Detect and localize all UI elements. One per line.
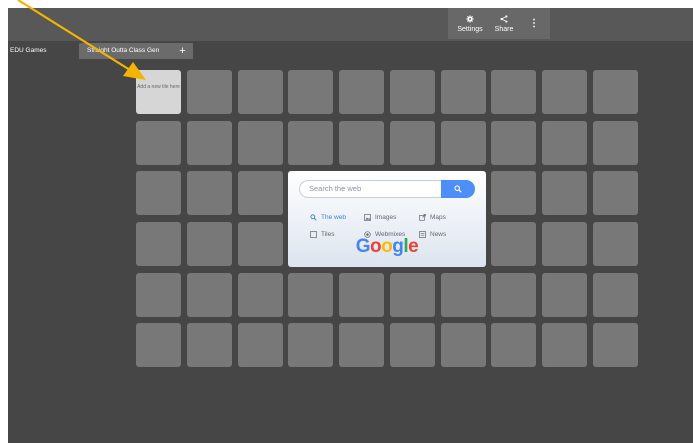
empty-tile[interactable]: [593, 323, 638, 367]
tab-edu-games[interactable]: EDU Games: [10, 43, 70, 59]
empty-tile[interactable]: [593, 121, 638, 165]
empty-tile[interactable]: [441, 70, 486, 114]
empty-tile[interactable]: [542, 171, 587, 215]
option-label: Images: [375, 214, 397, 221]
option-the-web[interactable]: The web: [310, 214, 346, 221]
empty-tile[interactable]: [390, 121, 435, 165]
empty-tile[interactable]: [390, 323, 435, 367]
empty-tile[interactable]: [288, 121, 333, 165]
tab-straight-outta-class-gen[interactable]: Straight Outta Class Gen: [79, 43, 176, 59]
search-icon: [454, 180, 462, 198]
empty-tile[interactable]: [238, 222, 283, 266]
empty-tile[interactable]: [542, 222, 587, 266]
image-icon: [364, 214, 371, 221]
search-icon: [310, 214, 317, 221]
more-menu-button[interactable]: ⋮: [526, 8, 542, 39]
search-input[interactable]: Search the web: [299, 180, 441, 198]
top-toolbar: Settings Share ⋮: [8, 8, 693, 41]
empty-tile[interactable]: [491, 273, 536, 317]
empty-tile[interactable]: [136, 273, 181, 317]
empty-tile[interactable]: [187, 171, 232, 215]
empty-tile[interactable]: [491, 171, 536, 215]
empty-tile[interactable]: [136, 171, 181, 215]
empty-tile[interactable]: [491, 70, 536, 114]
empty-tile[interactable]: [238, 323, 283, 367]
app-window: Settings Share ⋮ EDU Games Straight Outt…: [8, 8, 693, 443]
empty-tile[interactable]: [136, 222, 181, 266]
empty-tile[interactable]: [339, 70, 384, 114]
tab-label: EDU Games: [10, 47, 47, 54]
empty-tile[interactable]: [441, 323, 486, 367]
empty-tile[interactable]: [491, 121, 536, 165]
empty-tile[interactable]: [288, 273, 333, 317]
settings-label: Settings: [457, 26, 483, 33]
empty-tile[interactable]: [542, 121, 587, 165]
empty-tile[interactable]: [187, 273, 232, 317]
empty-tile[interactable]: [593, 70, 638, 114]
empty-tile[interactable]: [542, 323, 587, 367]
option-label: The web: [321, 214, 346, 221]
empty-tile[interactable]: [288, 70, 333, 114]
empty-tile[interactable]: [441, 121, 486, 165]
empty-tile[interactable]: [187, 121, 232, 165]
google-logo-letter: o: [381, 236, 393, 257]
google-logo-text: Google: [355, 236, 419, 257]
google-logo-letter: e: [408, 236, 419, 257]
empty-tile[interactable]: [339, 121, 384, 165]
empty-tile[interactable]: [542, 273, 587, 317]
empty-tile[interactable]: [238, 273, 283, 317]
empty-tile[interactable]: [187, 222, 232, 266]
option-maps[interactable]: Maps: [419, 214, 446, 221]
empty-tile[interactable]: [238, 70, 283, 114]
empty-tile[interactable]: [593, 222, 638, 266]
empty-tile[interactable]: [136, 323, 181, 367]
empty-tile[interactable]: [136, 121, 181, 165]
empty-tile[interactable]: [390, 273, 435, 317]
empty-tile[interactable]: [187, 70, 232, 114]
add-tab-button[interactable]: +: [172, 43, 193, 59]
share-button[interactable]: Share: [492, 8, 516, 39]
google-logo: Google: [288, 236, 486, 258]
empty-tile[interactable]: [390, 70, 435, 114]
google-logo-letter: g: [392, 236, 404, 257]
empty-tile[interactable]: [187, 323, 232, 367]
google-logo-letter: G: [355, 236, 371, 257]
gear-icon: [466, 14, 474, 24]
search-button[interactable]: [441, 180, 475, 198]
map-icon: [419, 214, 426, 221]
add-tile-label: Add a new tile here: [137, 84, 180, 90]
toolbar-button-group: Settings Share ⋮: [448, 8, 550, 39]
empty-tile[interactable]: [238, 171, 283, 215]
empty-tile[interactable]: [593, 273, 638, 317]
google-search-widget: Search the web The web Images Maps Tiles…: [288, 171, 486, 267]
empty-tile[interactable]: [491, 222, 536, 266]
empty-tile[interactable]: [238, 121, 283, 165]
plus-icon: +: [179, 45, 186, 57]
empty-tile[interactable]: [593, 171, 638, 215]
share-icon: [500, 14, 508, 24]
option-label: Maps: [430, 214, 446, 221]
more-vert-icon: ⋮: [529, 17, 539, 29]
add-tile-button[interactable]: Add a new tile here: [136, 70, 181, 114]
google-logo-letter: o: [370, 236, 382, 257]
empty-tile[interactable]: [288, 323, 333, 367]
empty-tile[interactable]: [441, 273, 486, 317]
empty-tile[interactable]: [339, 273, 384, 317]
option-images[interactable]: Images: [364, 214, 396, 221]
settings-button[interactable]: Settings: [456, 8, 484, 39]
empty-tile[interactable]: [542, 70, 587, 114]
empty-tile[interactable]: [491, 323, 536, 367]
tab-label: Straight Outta Class Gen: [87, 47, 160, 54]
empty-tile[interactable]: [339, 323, 384, 367]
share-label: Share: [494, 26, 514, 33]
